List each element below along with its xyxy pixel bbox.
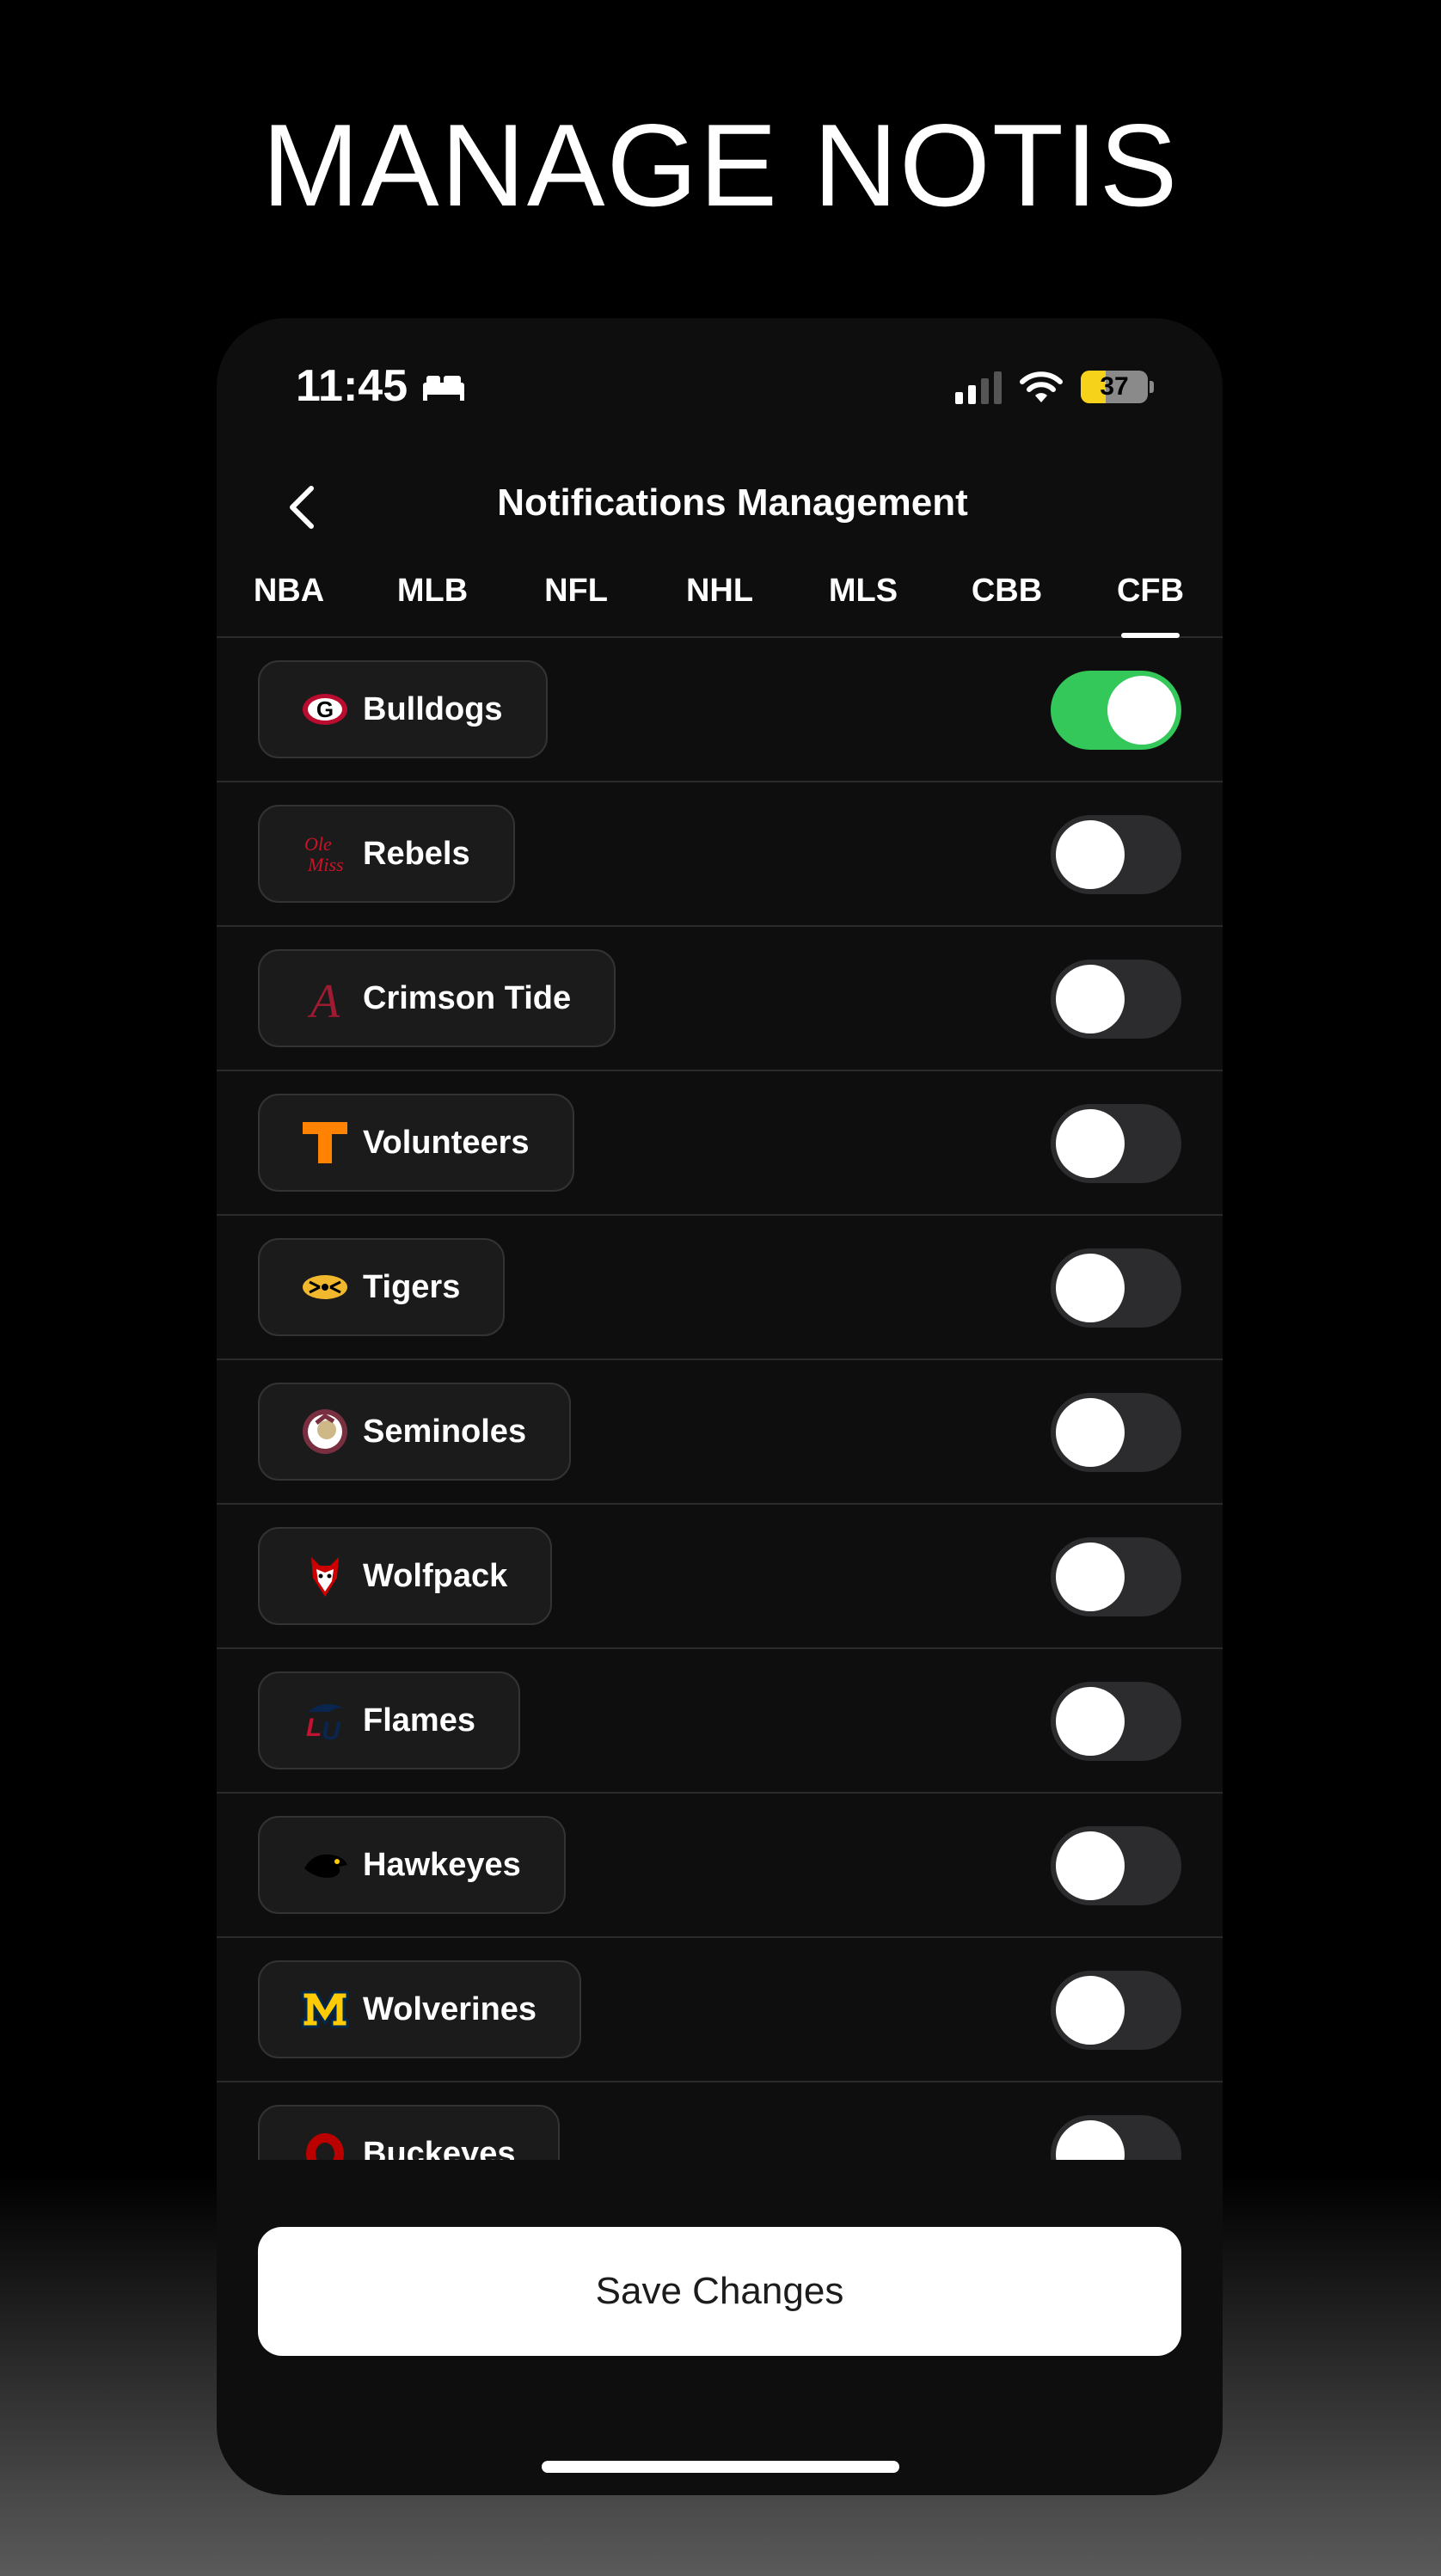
nc-state-wolf-logo-icon <box>301 1552 349 1600</box>
team-name: Tigers <box>363 1268 461 1305</box>
team-row: A Crimson Tide <box>217 927 1223 1071</box>
notification-toggle[interactable] <box>1051 1248 1181 1328</box>
tab-nfl[interactable]: NFL <box>526 559 626 636</box>
michigan-m-logo-icon <box>301 1985 349 2033</box>
svg-text:Miss: Miss <box>307 854 344 875</box>
notification-toggle[interactable] <box>1051 1826 1181 1905</box>
team-row: LU Flames <box>217 1649 1223 1794</box>
team-chip[interactable]: G Bulldogs <box>258 660 548 758</box>
status-bar-time: 11:45 <box>296 356 466 416</box>
team-name: Bulldogs <box>363 690 503 727</box>
promo-headline: MANAGE NOTIS <box>261 100 1180 230</box>
tab-nba[interactable]: NBA <box>239 559 339 636</box>
florida-state-seminole-logo-icon <box>301 1408 349 1456</box>
team-row: Volunteers <box>217 1071 1223 1216</box>
tab-mls[interactable]: MLS <box>813 559 913 636</box>
team-name: Crimson Tide <box>363 979 572 1016</box>
clock: 11:45 <box>296 361 408 411</box>
team-row: Wolfpack <box>217 1505 1223 1649</box>
bed-icon <box>423 376 465 401</box>
notification-toggle[interactable] <box>1051 1537 1181 1616</box>
wifi-icon <box>1020 371 1063 402</box>
team-name: Wolfpack <box>363 1557 508 1594</box>
team-list: G Bulldogs Ole Miss Rebels A Crimson Tide <box>217 638 1223 2160</box>
team-name: Hawkeyes <box>363 1846 521 1883</box>
team-name: Buckeyes <box>363 2135 516 2161</box>
team-row: Buckeyes <box>217 2082 1223 2160</box>
team-chip[interactable]: Volunteers <box>258 1094 574 1192</box>
team-chip[interactable]: Wolverines <box>258 1960 582 2058</box>
ohio-state-o-logo-icon <box>301 2130 349 2160</box>
iowa-hawkeye-logo-icon <box>301 1841 349 1889</box>
battery-level: 37 <box>1100 372 1129 401</box>
alabama-a-logo-icon: A <box>301 974 349 1022</box>
team-name: Volunteers <box>363 1124 530 1161</box>
missouri-tiger-logo-icon <box>301 1263 349 1311</box>
save-button[interactable]: Save Changes <box>258 2227 1181 2356</box>
tab-cfb[interactable]: CFB <box>1101 559 1200 638</box>
team-row: Hawkeyes <box>217 1794 1223 1938</box>
league-tabs: NBA MLB NFL NHL MLS CBB CFB <box>217 559 1223 638</box>
page-title: Notifications Management <box>497 481 968 524</box>
svg-text:Ole: Ole <box>304 833 332 855</box>
battery-icon: 37 <box>1081 371 1148 403</box>
team-chip[interactable]: Hawkeyes <box>258 1816 566 1914</box>
tab-cbb[interactable]: CBB <box>957 559 1057 636</box>
team-chip[interactable]: LU Flames <box>258 1671 520 1769</box>
team-chip[interactable]: Ole Miss Rebels <box>258 805 515 903</box>
team-row: Tigers <box>217 1216 1223 1360</box>
liberty-flames-logo-icon: LU <box>301 1696 349 1745</box>
team-chip[interactable]: Tigers <box>258 1238 506 1336</box>
notification-toggle[interactable] <box>1051 2115 1181 2160</box>
team-name: Wolverines <box>363 1990 537 2027</box>
notification-toggle[interactable] <box>1051 1682 1181 1761</box>
home-indicator <box>542 2461 899 2473</box>
svg-text:A: A <box>307 975 340 1022</box>
team-name: Rebels <box>363 835 470 872</box>
georgia-g-logo-icon: G <box>301 685 349 733</box>
team-name: Flames <box>363 1702 475 1739</box>
phone-screen: 11:45 37 Notifications Management NBA ML… <box>217 318 1223 2495</box>
team-name: Seminoles <box>363 1413 527 1450</box>
team-chip[interactable]: Wolfpack <box>258 1527 553 1625</box>
team-chip[interactable]: Buckeyes <box>258 2105 561 2161</box>
notification-toggle[interactable] <box>1051 671 1181 750</box>
team-row: Seminoles <box>217 1360 1223 1505</box>
notification-toggle[interactable] <box>1051 1971 1181 2050</box>
status-icons: 37 <box>955 361 1154 413</box>
team-row: Wolverines <box>217 1938 1223 2082</box>
svg-text:L: L <box>306 1714 322 1742</box>
notification-toggle[interactable] <box>1051 1104 1181 1183</box>
notification-toggle[interactable] <box>1051 1393 1181 1472</box>
team-row: G Bulldogs <box>217 638 1223 782</box>
svg-text:G: G <box>316 696 334 722</box>
notification-toggle[interactable] <box>1051 815 1181 894</box>
team-chip[interactable]: Seminoles <box>258 1383 572 1481</box>
notification-toggle[interactable] <box>1051 960 1181 1039</box>
tab-nhl[interactable]: NHL <box>670 559 770 636</box>
team-row: Ole Miss Rebels <box>217 782 1223 927</box>
cellular-signal-icon <box>955 370 1002 404</box>
tab-mlb[interactable]: MLB <box>383 559 482 636</box>
ole-miss-logo-icon: Ole Miss <box>301 830 349 878</box>
team-chip[interactable]: A Crimson Tide <box>258 949 616 1047</box>
svg-text:U: U <box>322 1717 341 1745</box>
tennessee-t-logo-icon <box>301 1119 349 1167</box>
